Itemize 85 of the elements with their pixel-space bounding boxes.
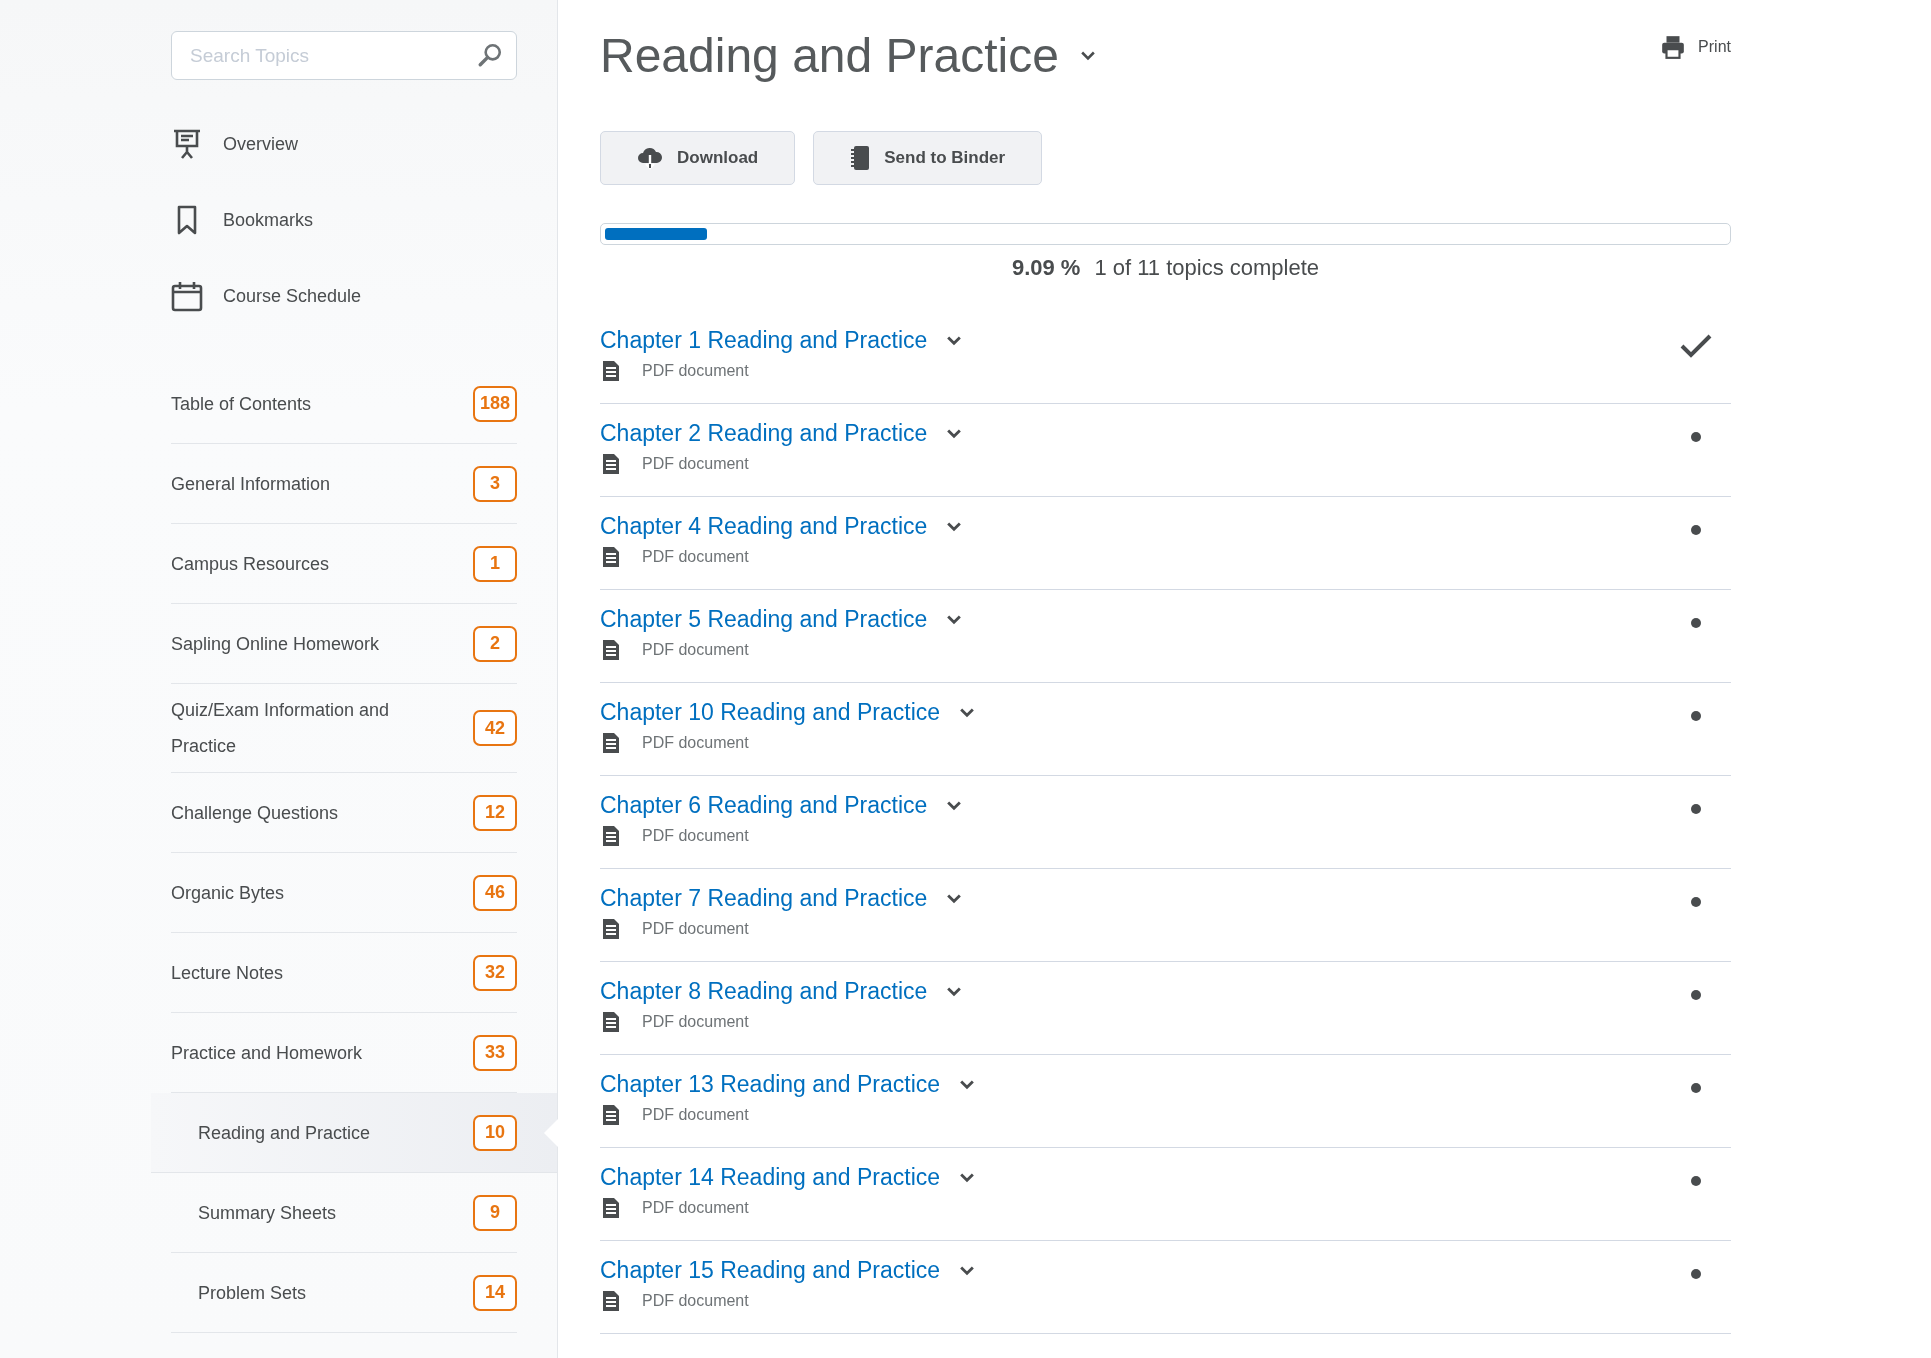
count-badge: 2 [473, 625, 517, 662]
module-item[interactable]: Organic Bytes 46 [171, 853, 517, 933]
count-badge: 9 [473, 1194, 517, 1231]
chevron-down-icon[interactable] [960, 1172, 975, 1183]
module-item[interactable]: Lecture Notes 32 [171, 933, 517, 1013]
module-item[interactable]: Campus Resources 1 [171, 524, 517, 604]
count-badge: 188 [472, 385, 517, 422]
chevron-down-icon[interactable] [947, 893, 962, 904]
document-icon [602, 918, 620, 940]
topic-type: PDF document [642, 734, 749, 752]
chevron-down-icon[interactable] [947, 800, 962, 811]
progress-summary: 1 of 11 topics complete [1094, 255, 1320, 281]
document-icon [602, 1104, 620, 1126]
topic-type: PDF document [642, 641, 749, 659]
chevron-down-icon[interactable] [1080, 50, 1095, 61]
count-badge: 32 [473, 954, 517, 991]
chevron-down-icon[interactable] [947, 986, 962, 997]
document-icon [602, 360, 620, 382]
chevron-down-icon[interactable] [947, 614, 962, 625]
chevron-down-icon[interactable] [960, 707, 975, 718]
count-badge: 33 [473, 1034, 517, 1071]
topic-link[interactable]: Chapter 15 Reading and Practice [600, 1257, 941, 1284]
document-icon [602, 1197, 620, 1219]
topic-link[interactable]: Chapter 5 Reading and Practice [600, 606, 928, 633]
selection-pointer [544, 1119, 558, 1147]
document-icon [602, 732, 620, 754]
nav-link[interactable]: Overview [223, 133, 298, 155]
module-item[interactable]: General Information 3 [171, 444, 517, 524]
topic-type: PDF document [642, 1292, 749, 1310]
document-icon [602, 546, 620, 568]
topic-link[interactable]: Chapter 10 Reading and Practice [600, 699, 941, 726]
count-badge: 1 [473, 545, 517, 582]
presentation-board-icon [171, 128, 203, 160]
count-badge: 12 [473, 794, 517, 831]
document-icon [602, 1290, 620, 1312]
search-icon [477, 42, 503, 68]
page-title: Reading and Practice [600, 28, 1059, 83]
module-item[interactable]: Quiz/Exam Information and Practice 42 [171, 684, 517, 773]
chevron-down-icon[interactable] [947, 428, 962, 439]
document-icon [602, 639, 620, 661]
calendar-icon [171, 280, 203, 312]
count-badge: 3 [473, 465, 517, 502]
topic-type: PDF document [642, 1106, 749, 1124]
cloud-download-icon [637, 146, 663, 170]
topic-link[interactable]: Chapter 4 Reading and Practice [600, 513, 928, 540]
selected-module-item[interactable]: Reading and Practice 10 [151, 1093, 557, 1173]
printer-icon[interactable] [1660, 34, 1687, 60]
topic-link[interactable]: Chapter 14 Reading and Practice [600, 1164, 941, 1191]
chevron-down-icon[interactable] [960, 1079, 975, 1090]
topic-type: PDF document [642, 827, 749, 845]
module-item[interactable]: Problem Sets 14 [171, 1253, 517, 1333]
chevron-down-icon[interactable] [947, 521, 962, 532]
topic-type: PDF document [642, 1199, 749, 1217]
document-icon [602, 1011, 620, 1033]
topic-type: PDF document [642, 362, 749, 380]
module-item[interactable]: Sapling Online Homework 2 [171, 604, 517, 684]
topic-link[interactable]: Chapter 6 Reading and Practice [600, 792, 928, 819]
topic-link[interactable]: Chapter 7 Reading and Practice [600, 885, 928, 912]
chevron-down-icon[interactable] [960, 1265, 975, 1276]
document-icon [602, 825, 620, 847]
module-item[interactable]: Challenge Questions 12 [171, 773, 517, 853]
topic-type: PDF document [642, 1013, 749, 1031]
nav-link[interactable]: Bookmarks [223, 209, 314, 231]
count-badge: 14 [473, 1274, 517, 1311]
download-button[interactable]: Download [600, 131, 796, 185]
topic-link[interactable]: Chapter 2 Reading and Practice [600, 420, 928, 447]
progress-percent: 9.09 % [1011, 255, 1081, 281]
count-badge: 42 [473, 710, 517, 746]
notebook-icon [850, 145, 871, 171]
topic-link[interactable]: Chapter 13 Reading and Practice [600, 1071, 941, 1098]
topic-type: PDF document [642, 548, 749, 566]
topic-type: PDF document [642, 455, 749, 473]
module-item[interactable]: Table of Contents 188 [171, 364, 517, 444]
topic-link[interactable]: Chapter 8 Reading and Practice [600, 978, 928, 1005]
send-to-binder-button[interactable]: Send to Binder [813, 131, 1043, 185]
count-badge: 46 [473, 874, 517, 911]
search-field[interactable]: Search Topics [171, 31, 517, 80]
print-link[interactable]: Print [1698, 38, 1731, 56]
nav-link[interactable]: Course Schedule [223, 285, 362, 307]
topic-link[interactable]: Chapter 1 Reading and Practice [600, 327, 928, 354]
module-item[interactable]: Summary Sheets 9 [171, 1173, 517, 1253]
topic-type: PDF document [642, 920, 749, 938]
chevron-down-icon[interactable] [947, 335, 962, 346]
count-badge: 10 [473, 1114, 517, 1151]
document-icon [602, 453, 620, 475]
